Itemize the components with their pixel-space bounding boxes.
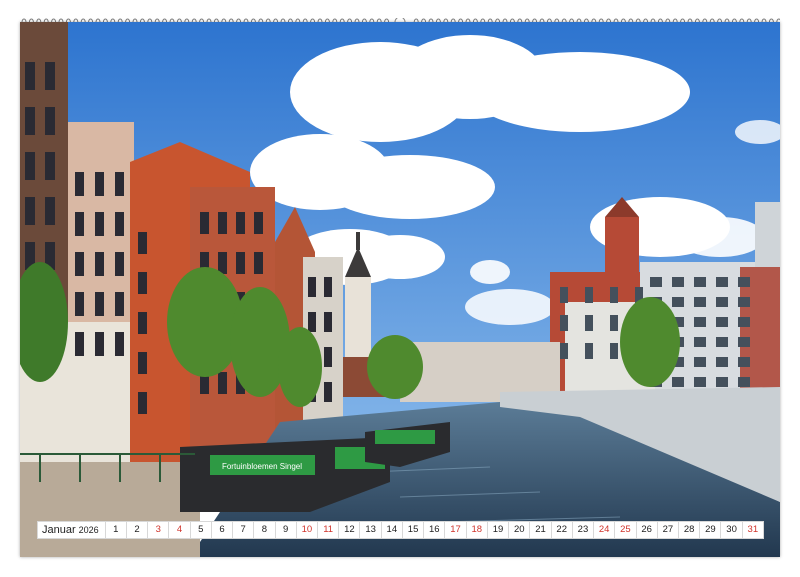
amsterdam-canal-scene: Fortuinbloemen Singel: [20, 22, 780, 557]
left-quay-wall: [20, 462, 200, 557]
day-cell: 13: [359, 522, 380, 538]
day-cell: 3: [147, 522, 168, 538]
day-cell: 12: [338, 522, 359, 538]
day-cell: 7: [232, 522, 253, 538]
day-cell: 22: [550, 522, 572, 538]
day-cell: 23: [571, 522, 593, 538]
day-cell: 30: [720, 522, 741, 538]
calendar-photo: Fortuinbloemen Singel: [20, 22, 780, 557]
day-cell: 25: [614, 522, 635, 538]
day-cell: 15: [401, 522, 423, 538]
day-cell: 27: [656, 522, 678, 538]
day-cells: 1 2 3 4 5 6 7 8 9 10 11 12 13 14 15 16 17 18 19 20 21 22 23 24 2…: [104, 522, 763, 538]
day-cell: 17: [444, 522, 465, 538]
day-cell: 14: [380, 522, 402, 538]
day-cell: 26: [635, 522, 657, 538]
day-cell: 11: [317, 522, 338, 538]
day-cell: 4: [168, 522, 189, 538]
day-cell: 19: [486, 522, 508, 538]
day-cell: 20: [508, 522, 529, 538]
day-cell: 18: [465, 522, 487, 538]
day-cell: 16: [423, 522, 444, 538]
boat-banner-text: Fortuinbloemen Singel: [222, 462, 302, 471]
day-cell: 10: [295, 522, 317, 538]
day-cell: 5: [189, 522, 211, 538]
day-cell: 6: [210, 522, 232, 538]
day-cell: 9: [274, 522, 296, 538]
calendar-strip: Januar 2026 1 2 3 4 5 6 7 8 9 10 11 12 13 14 15 16 17 18 1…: [37, 521, 764, 539]
month-label: Januar: [42, 524, 76, 536]
day-cell: 28: [678, 522, 699, 538]
day-cell: 8: [253, 522, 274, 538]
day-cell: 21: [529, 522, 550, 538]
day-cell: 1: [104, 522, 126, 538]
day-cell: 29: [699, 522, 720, 538]
year-label: 2026: [78, 525, 99, 535]
day-cell: 2: [125, 522, 147, 538]
day-cell: 31: [741, 522, 763, 538]
day-cell: 24: [593, 522, 614, 538]
